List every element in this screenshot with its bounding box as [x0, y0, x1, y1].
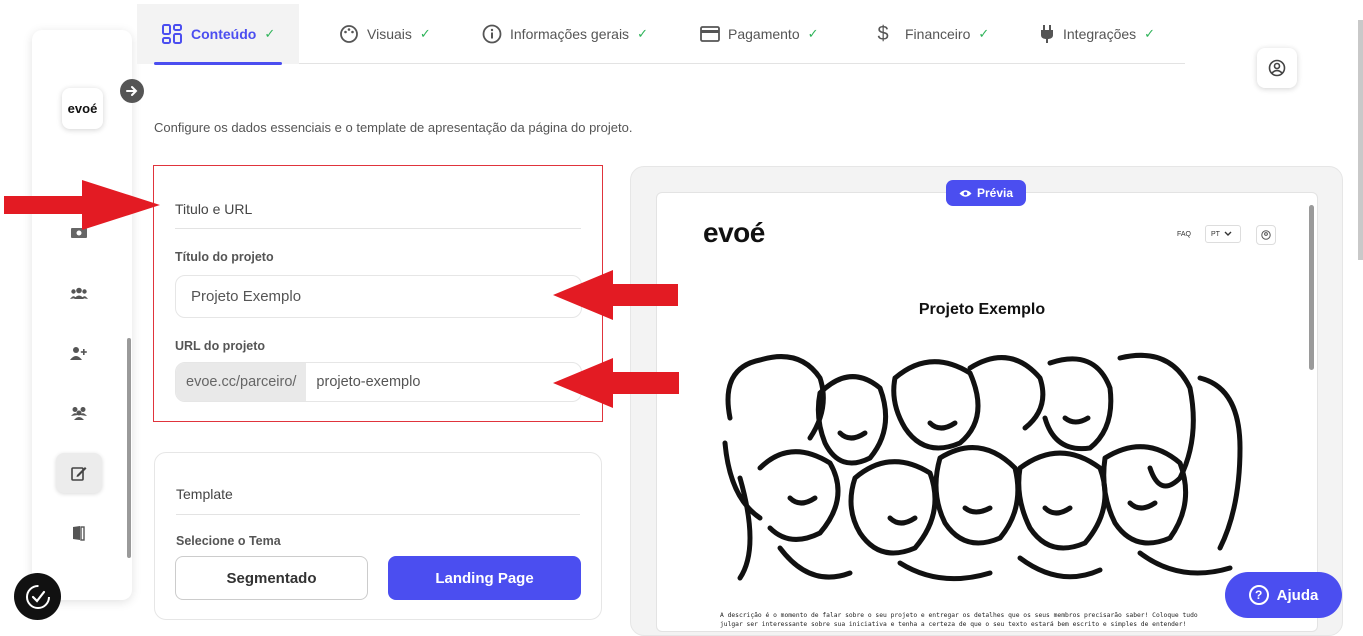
preview-description: A descrição é o momento de falar sobre o…: [720, 611, 1245, 629]
speedometer-icon: [25, 584, 50, 609]
eye-icon: [959, 189, 972, 197]
speed-badge[interactable]: [14, 573, 61, 620]
tab-visuais[interactable]: Visuais ✓︎: [339, 4, 431, 64]
group-icon: [70, 287, 88, 299]
arrow-right-icon: [126, 86, 138, 96]
preview-badge-label: Prévia: [976, 186, 1014, 200]
tab-informacoes-gerais[interactable]: Informações gerais ✓︎: [482, 4, 648, 64]
preview-faq-link[interactable]: FAQ: [1177, 231, 1191, 238]
check-icon: ✓︎: [264, 26, 276, 41]
language-value: PT: [1211, 230, 1220, 238]
project-url-label: URL do projeto: [175, 339, 266, 353]
title-url-card: Titulo e URL Título do projeto Projeto E…: [153, 165, 603, 422]
check-icon: ✓︎: [419, 26, 431, 41]
project-title-label: Título do projeto: [175, 250, 274, 264]
preview-project-title: Projeto Exemplo: [918, 301, 1046, 318]
tab-integracoes[interactable]: Integrações ✓︎: [1039, 4, 1155, 64]
expand-sidebar-button[interactable]: [120, 79, 144, 103]
tab-label: Pagamento: [728, 26, 800, 42]
description-line: julgar ser interessante sobre sua inicia…: [720, 621, 1187, 628]
card-divider: [175, 228, 581, 229]
check-icon: ✓︎: [978, 26, 990, 41]
theme-segmentado-button[interactable]: Segmentado: [175, 556, 368, 600]
tab-conteudo[interactable]: Conteúdo ✓︎: [137, 4, 300, 65]
tab-label: Conteúdo: [191, 26, 257, 42]
tab-label: Integrações: [1063, 26, 1137, 42]
annotation-arrow-right: [4, 180, 160, 230]
card-title: Titulo e URL: [175, 201, 253, 217]
check-icon: ✓︎: [807, 26, 819, 41]
theme-label: Selecione o Tema: [176, 534, 281, 548]
description-line: A descrição é o momento de falar sobre o…: [720, 612, 1198, 619]
user-circle-icon: [1261, 230, 1271, 240]
url-prefix: evoe.cc/parceiro/: [176, 363, 307, 401]
chevron-down-icon: [1224, 231, 1232, 236]
sidebar-logo[interactable]: evoé: [62, 88, 103, 129]
user-account-button[interactable]: [1257, 48, 1297, 88]
user-circle-icon: [1268, 59, 1286, 77]
sidebar-item-exit[interactable]: [56, 513, 102, 553]
preview-badge: Prévia: [946, 180, 1026, 206]
sidebar-scrollbar[interactable]: [127, 338, 131, 558]
sidebar: evoé: [32, 30, 132, 600]
add-user-icon: [70, 347, 87, 360]
tab-label: Financeiro: [905, 26, 971, 42]
card-divider: [176, 514, 580, 515]
tab-label: Informações gerais: [510, 26, 630, 42]
preview-logo: evoé: [703, 217, 765, 248]
tab-label: Visuais: [367, 26, 412, 42]
tab-financeiro[interactable]: $ Financeiro ✓︎: [875, 4, 989, 64]
help-label: Ajuda: [1276, 586, 1319, 604]
preview-user-button[interactable]: [1256, 225, 1276, 245]
people-illustration: [722, 352, 1243, 582]
sidebar-item-add-user[interactable]: [56, 333, 102, 373]
team-icon: [71, 407, 87, 420]
page-intro-text: Configure os dados essenciais e o templa…: [154, 120, 633, 135]
project-url-input[interactable]: projeto-exemplo: [306, 363, 420, 401]
info-icon: [482, 24, 502, 44]
page-scrollbar[interactable]: [1358, 20, 1363, 260]
theme-landing-page-button[interactable]: Landing Page: [388, 556, 581, 600]
grid-icon: [162, 24, 182, 44]
tab-pagamento[interactable]: Pagamento ✓︎: [700, 4, 819, 64]
sidebar-item-members[interactable]: [56, 273, 102, 313]
exit-door-icon: [73, 526, 85, 541]
edit-icon: [71, 467, 87, 481]
project-title-input[interactable]: Projeto Exemplo: [175, 275, 582, 318]
preview-scrollbar[interactable]: [1309, 205, 1314, 370]
plug-icon: [1041, 25, 1053, 43]
credit-card-icon: [700, 26, 720, 42]
annotation-arrow-left: [553, 270, 678, 320]
preview-language-select[interactable]: PT: [1205, 225, 1241, 243]
card-title: Template: [176, 486, 233, 502]
preview-frame: evoé FAQ PT Projeto Exemplo A descrição …: [656, 192, 1318, 632]
sidebar-item-edit[interactable]: [56, 453, 102, 493]
dollar-icon: $: [877, 22, 889, 45]
annotation-arrow-left: [553, 358, 679, 408]
check-icon: ✓︎: [1144, 26, 1156, 41]
help-icon: ?: [1248, 585, 1269, 605]
check-icon: ✓︎: [637, 26, 648, 41]
project-url-field: evoe.cc/parceiro/ projeto-exemplo: [175, 362, 582, 402]
sidebar-item-team[interactable]: [56, 393, 102, 433]
palette-icon: [340, 25, 358, 43]
help-button[interactable]: ? Ajuda: [1225, 572, 1342, 618]
template-card: Template Selecione o Tema Segmentado Lan…: [154, 452, 602, 620]
tab-bar: Conteúdo ✓︎ Visuais ✓︎ Informações gerai…: [137, 4, 1185, 65]
